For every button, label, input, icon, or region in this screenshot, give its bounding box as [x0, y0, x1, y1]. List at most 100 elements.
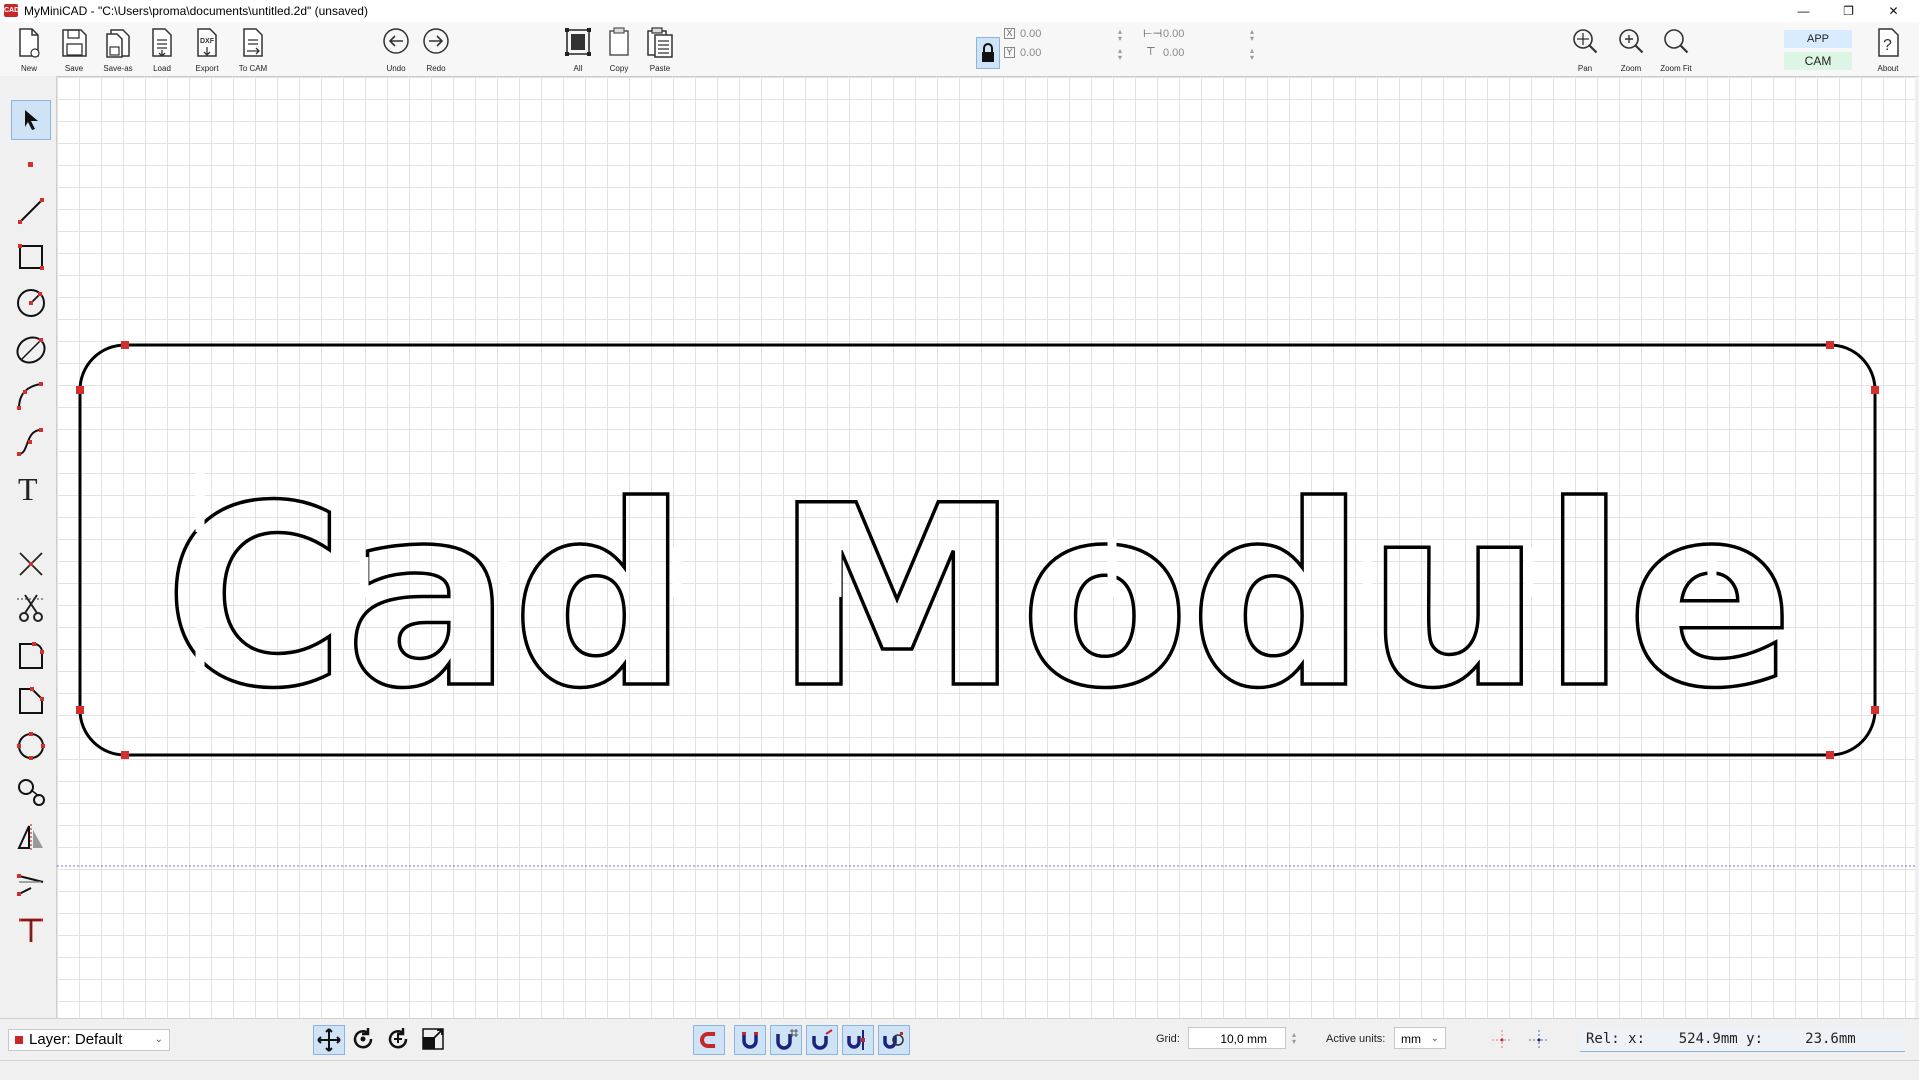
to-cam-icon	[243, 28, 263, 57]
point-icon	[28, 162, 33, 167]
pan-icon	[1573, 29, 1598, 54]
rotate-button[interactable]	[348, 1025, 378, 1053]
relative-origin-toggle[interactable]	[1527, 1028, 1551, 1057]
chamfer-tool[interactable]	[11, 681, 51, 719]
grid-size-input[interactable]: 10,0 mm	[1188, 1027, 1286, 1049]
scale-button[interactable]	[418, 1025, 448, 1053]
cad-text-outline[interactable]: Cad Module	[162, 450, 1796, 745]
magnet-tangent-icon	[883, 1032, 904, 1049]
rectangle-icon	[18, 244, 44, 270]
zoom-button[interactable]: Zoom	[1611, 26, 1651, 74]
width-spinner[interactable]: ▴ ▾	[1250, 28, 1254, 43]
height-icon: ⊤	[1146, 46, 1156, 58]
handle-right-bottom[interactable]	[1871, 706, 1879, 714]
y-spinner[interactable]: ▴ ▾	[1118, 47, 1122, 62]
about-button[interactable]: ? About	[1868, 26, 1908, 74]
new-button[interactable]: New	[9, 26, 49, 74]
line-tool[interactable]	[11, 192, 51, 230]
ellipse-tool[interactable]	[11, 331, 51, 369]
tangent-tool[interactable]	[11, 773, 51, 811]
y-coordinate-field[interactable]: 0.00	[1020, 47, 1041, 59]
rotate-copy-icon	[388, 1028, 408, 1049]
text-tool[interactable]: T	[11, 469, 51, 507]
app-mode-button[interactable]: APP	[1784, 30, 1852, 48]
pan-button[interactable]: Pan	[1565, 26, 1605, 74]
x-spinner[interactable]: ▴ ▾	[1118, 28, 1122, 43]
mirror-tool[interactable]	[11, 819, 51, 857]
move-arrows-icon	[317, 1028, 341, 1052]
layer-select[interactable]: Layer: Default ⌄	[8, 1029, 170, 1051]
minimize-button[interactable]: —	[1781, 0, 1826, 22]
crosshair-toggle[interactable]	[1490, 1028, 1514, 1057]
layer-color-swatch	[15, 1036, 23, 1044]
magnet-icon	[700, 1032, 715, 1048]
fillet-tool[interactable]	[11, 636, 51, 674]
offset-tool[interactable]	[11, 727, 51, 765]
export-button[interactable]: DXF Export	[187, 26, 227, 74]
snap-endpoint-toggle[interactable]	[734, 1025, 766, 1055]
fillet-icon	[19, 642, 44, 669]
relative-crosshair-icon	[1529, 1030, 1549, 1050]
rectangle-tool[interactable]	[11, 238, 51, 276]
arc-tool[interactable]	[11, 377, 51, 415]
handle-top-right[interactable]	[1826, 341, 1834, 349]
tangent-icon	[18, 779, 45, 806]
x-coordinate-field[interactable]: 0.00	[1020, 28, 1041, 40]
circle-tool[interactable]	[11, 284, 51, 322]
width-field[interactable]: 0.00	[1163, 28, 1184, 40]
to-cam-button[interactable]: To CAM	[233, 26, 273, 74]
handle-bottom-left[interactable]	[121, 751, 129, 759]
units-value: mm	[1401, 1032, 1421, 1046]
grid-spinner[interactable]: ▴ ▾	[1292, 1031, 1296, 1046]
magnet-midpoint-icon	[812, 1029, 833, 1050]
zoom-fit-button[interactable]: Zoom Fit	[1656, 26, 1696, 74]
select-all-icon	[565, 28, 591, 56]
cam-mode-button[interactable]: CAM	[1784, 52, 1852, 70]
handle-top-left[interactable]	[121, 341, 129, 349]
snap-grid-toggle[interactable]	[770, 1025, 802, 1055]
trim-tool[interactable]	[11, 590, 51, 628]
snap-intersection-toggle[interactable]	[842, 1025, 874, 1055]
rotate-copy-button[interactable]	[383, 1025, 413, 1053]
paste-icon	[647, 27, 673, 58]
arrow-icon	[25, 110, 38, 130]
copy-icon	[609, 27, 629, 56]
snap-toggle[interactable]	[693, 1025, 725, 1055]
chamfer-icon	[19, 687, 44, 714]
save-icon	[62, 29, 87, 57]
units-select[interactable]: mm ⌄	[1394, 1027, 1446, 1049]
handle-right-top[interactable]	[1871, 386, 1879, 394]
extend-icon	[17, 874, 44, 896]
redo-button[interactable]: Redo	[416, 26, 456, 74]
svg-text:DXF: DXF	[200, 38, 215, 45]
drawing-canvas[interactable]: Cad Module	[57, 76, 1915, 1018]
extend-tool[interactable]	[11, 865, 51, 903]
handle-bottom-right[interactable]	[1826, 751, 1834, 759]
cursor-position-readout: Rel: x: 524.9mm y: 23.6mm	[1580, 1027, 1905, 1052]
select-tool[interactable]	[11, 100, 51, 140]
point-tool[interactable]	[11, 146, 51, 184]
load-icon	[152, 28, 172, 57]
handle-left-top[interactable]	[76, 386, 84, 394]
lock-toggle[interactable]	[976, 37, 1000, 69]
drawing-tools-panel: T	[0, 76, 57, 1018]
text-icon: T	[18, 472, 38, 504]
restore-button[interactable]: ❐	[1826, 0, 1871, 22]
paste-button[interactable]: Paste	[640, 26, 680, 74]
zoom-icon	[1619, 29, 1644, 54]
handle-left-bottom[interactable]	[76, 706, 84, 714]
circle-icon	[17, 289, 45, 317]
move-button[interactable]	[313, 1025, 345, 1055]
load-button[interactable]: Load	[142, 26, 182, 74]
redo-icon	[423, 28, 449, 54]
spline-tool[interactable]	[11, 423, 51, 461]
help-icon: ?	[1878, 28, 1899, 57]
height-field[interactable]: 0.00	[1163, 47, 1184, 59]
new-file-icon	[19, 28, 40, 58]
close-button[interactable]: ✕	[1871, 0, 1916, 22]
delete-tool[interactable]	[11, 545, 51, 583]
text-edit-tool[interactable]	[11, 911, 51, 949]
height-spinner[interactable]: ▴ ▾	[1250, 47, 1254, 62]
snap-tangent-toggle[interactable]	[878, 1025, 910, 1055]
snap-midpoint-toggle[interactable]	[806, 1025, 838, 1055]
